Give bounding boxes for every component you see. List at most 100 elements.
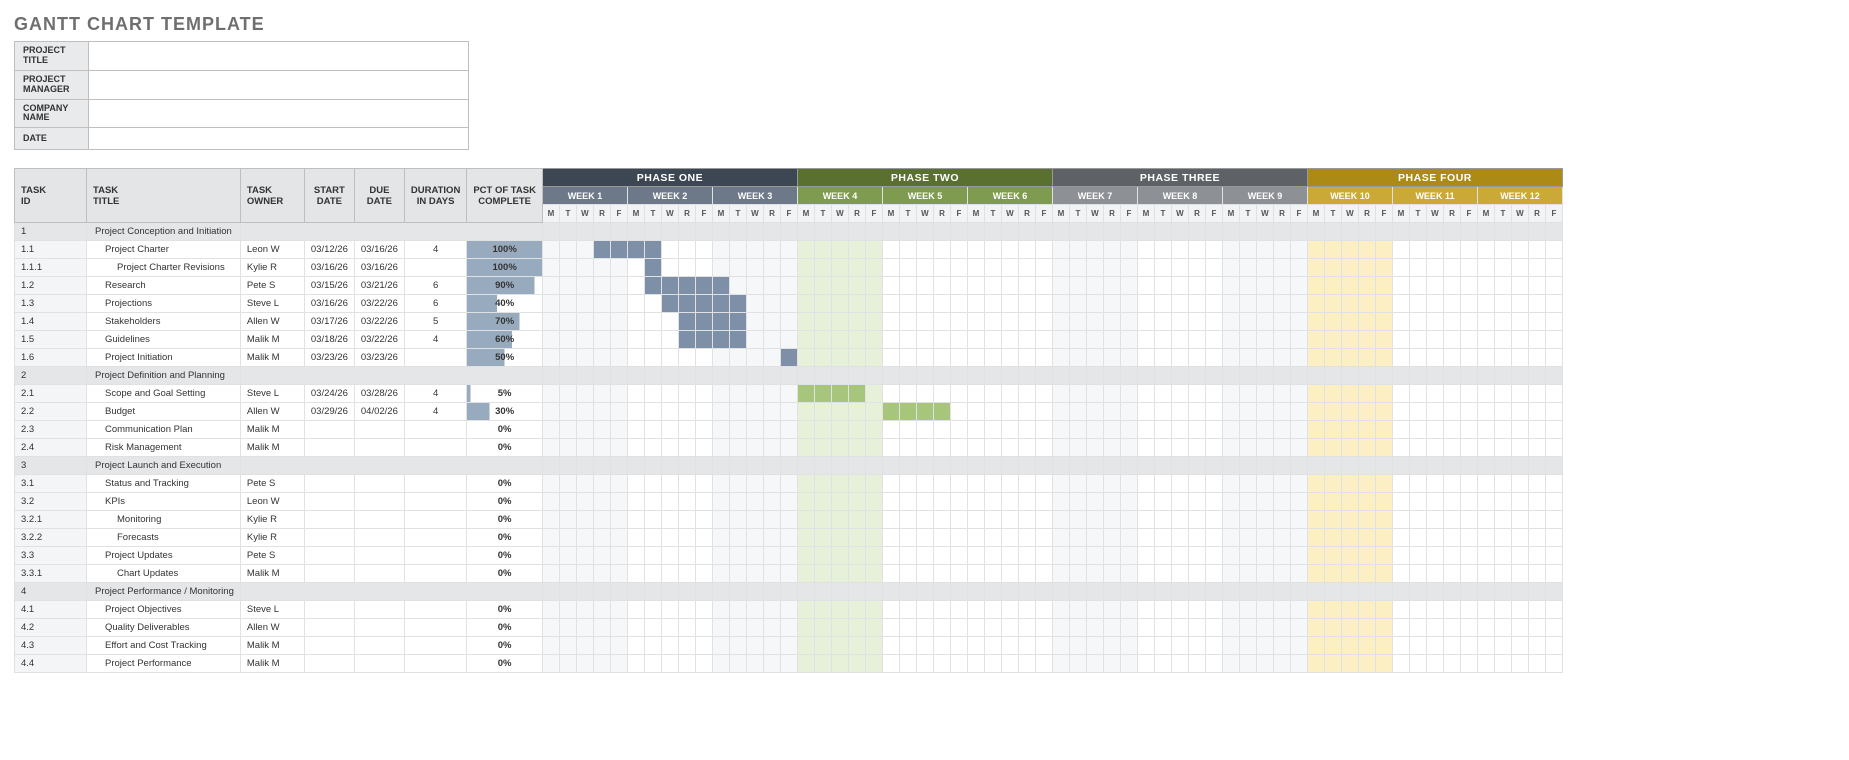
timeline-cell[interactable] (1477, 349, 1494, 367)
timeline-cell[interactable] (1528, 439, 1545, 457)
task-id-cell[interactable]: 1.5 (15, 331, 87, 349)
timeline-cell[interactable] (1188, 547, 1205, 565)
timeline-cell[interactable] (797, 403, 814, 421)
timeline-cell[interactable] (1086, 493, 1103, 511)
timeline-cell[interactable] (661, 241, 678, 259)
timeline-cell[interactable] (1256, 529, 1273, 547)
timeline-cell[interactable] (1545, 619, 1562, 637)
timeline-cell[interactable] (814, 529, 831, 547)
timeline-cell[interactable] (1477, 637, 1494, 655)
timeline-cell[interactable] (848, 313, 865, 331)
timeline-cell[interactable] (865, 655, 882, 673)
timeline-cell[interactable] (1188, 349, 1205, 367)
timeline-cell[interactable] (865, 295, 882, 313)
section-title-cell[interactable]: Project Performance / Monitoring (87, 583, 241, 601)
timeline-cell[interactable] (1137, 439, 1154, 457)
timeline-cell[interactable] (933, 385, 950, 403)
timeline-cell[interactable] (1205, 295, 1222, 313)
timeline-cell[interactable] (1171, 529, 1188, 547)
task-owner-cell[interactable]: Leon W (240, 241, 304, 259)
duration-cell[interactable] (404, 565, 466, 583)
task-owner-cell[interactable]: Kylie R (240, 259, 304, 277)
timeline-cell[interactable] (1086, 637, 1103, 655)
timeline-cell[interactable] (542, 259, 559, 277)
timeline-cell[interactable] (1443, 385, 1460, 403)
timeline-cell[interactable] (967, 655, 984, 673)
task-owner-cell[interactable]: Malik M (240, 349, 304, 367)
timeline-cell[interactable] (1222, 295, 1239, 313)
timeline-cell[interactable] (1205, 493, 1222, 511)
timeline-cell[interactable] (848, 277, 865, 295)
timeline-cell[interactable] (950, 655, 967, 673)
timeline-cell[interactable] (814, 547, 831, 565)
timeline-cell[interactable] (1443, 475, 1460, 493)
timeline-cell[interactable] (1001, 403, 1018, 421)
timeline-cell[interactable] (746, 331, 763, 349)
timeline-cell[interactable] (831, 259, 848, 277)
timeline-cell[interactable] (1375, 385, 1392, 403)
timeline-cell[interactable] (1494, 529, 1511, 547)
timeline-cell[interactable] (1443, 565, 1460, 583)
timeline-cell[interactable] (933, 565, 950, 583)
timeline-cell[interactable] (1358, 565, 1375, 583)
timeline-cell[interactable] (1086, 241, 1103, 259)
timeline-cell[interactable] (797, 349, 814, 367)
timeline-cell[interactable] (899, 439, 916, 457)
timeline-cell[interactable] (984, 475, 1001, 493)
timeline-cell[interactable] (1001, 619, 1018, 637)
timeline-cell[interactable] (1375, 259, 1392, 277)
timeline-cell[interactable] (1205, 565, 1222, 583)
timeline-cell[interactable] (1188, 601, 1205, 619)
timeline-cell[interactable] (1545, 403, 1562, 421)
timeline-cell[interactable] (1290, 331, 1307, 349)
timeline-cell[interactable] (593, 529, 610, 547)
timeline-cell[interactable] (882, 313, 899, 331)
timeline-cell[interactable] (542, 565, 559, 583)
timeline-cell[interactable] (1341, 619, 1358, 637)
timeline-cell[interactable] (882, 493, 899, 511)
timeline-cell[interactable] (1035, 529, 1052, 547)
timeline-cell[interactable] (1477, 529, 1494, 547)
timeline-cell[interactable] (780, 655, 797, 673)
timeline-cell[interactable] (729, 655, 746, 673)
timeline-cell[interactable] (1341, 259, 1358, 277)
task-title-cell[interactable]: Project Initiation (87, 349, 241, 367)
timeline-cell[interactable] (814, 277, 831, 295)
timeline-cell[interactable] (1409, 313, 1426, 331)
timeline-cell[interactable] (1086, 565, 1103, 583)
timeline-cell[interactable] (950, 637, 967, 655)
task-id-cell[interactable]: 1.3 (15, 295, 87, 313)
timeline-cell[interactable] (848, 475, 865, 493)
timeline-cell[interactable] (1290, 259, 1307, 277)
timeline-cell[interactable] (1069, 439, 1086, 457)
timeline-cell[interactable] (865, 385, 882, 403)
timeline-cell[interactable] (1426, 259, 1443, 277)
timeline-cell[interactable] (1018, 241, 1035, 259)
timeline-cell[interactable] (1307, 349, 1324, 367)
task-id-cell[interactable]: 4.3 (15, 637, 87, 655)
timeline-cell[interactable] (1409, 619, 1426, 637)
timeline-cell[interactable] (831, 277, 848, 295)
duration-cell[interactable]: 6 (404, 277, 466, 295)
timeline-cell[interactable] (831, 493, 848, 511)
timeline-cell[interactable] (1103, 493, 1120, 511)
timeline-cell[interactable] (712, 277, 729, 295)
timeline-cell[interactable] (1035, 655, 1052, 673)
task-id-cell[interactable]: 3.1 (15, 475, 87, 493)
timeline-cell[interactable] (1290, 637, 1307, 655)
timeline-cell[interactable] (933, 475, 950, 493)
timeline-cell[interactable] (729, 421, 746, 439)
timeline-cell[interactable] (1256, 241, 1273, 259)
timeline-cell[interactable] (729, 295, 746, 313)
timeline-cell[interactable] (627, 259, 644, 277)
due-date-cell[interactable] (354, 547, 404, 565)
timeline-cell[interactable] (1256, 385, 1273, 403)
timeline-cell[interactable] (661, 655, 678, 673)
timeline-cell[interactable] (1528, 655, 1545, 673)
timeline-cell[interactable] (1001, 547, 1018, 565)
section-title-cell[interactable]: Project Launch and Execution (87, 457, 241, 475)
pct-complete-cell[interactable]: 70% (467, 313, 543, 331)
timeline-cell[interactable] (1511, 601, 1528, 619)
timeline-cell[interactable] (559, 493, 576, 511)
task-title-cell[interactable]: Effort and Cost Tracking (87, 637, 241, 655)
